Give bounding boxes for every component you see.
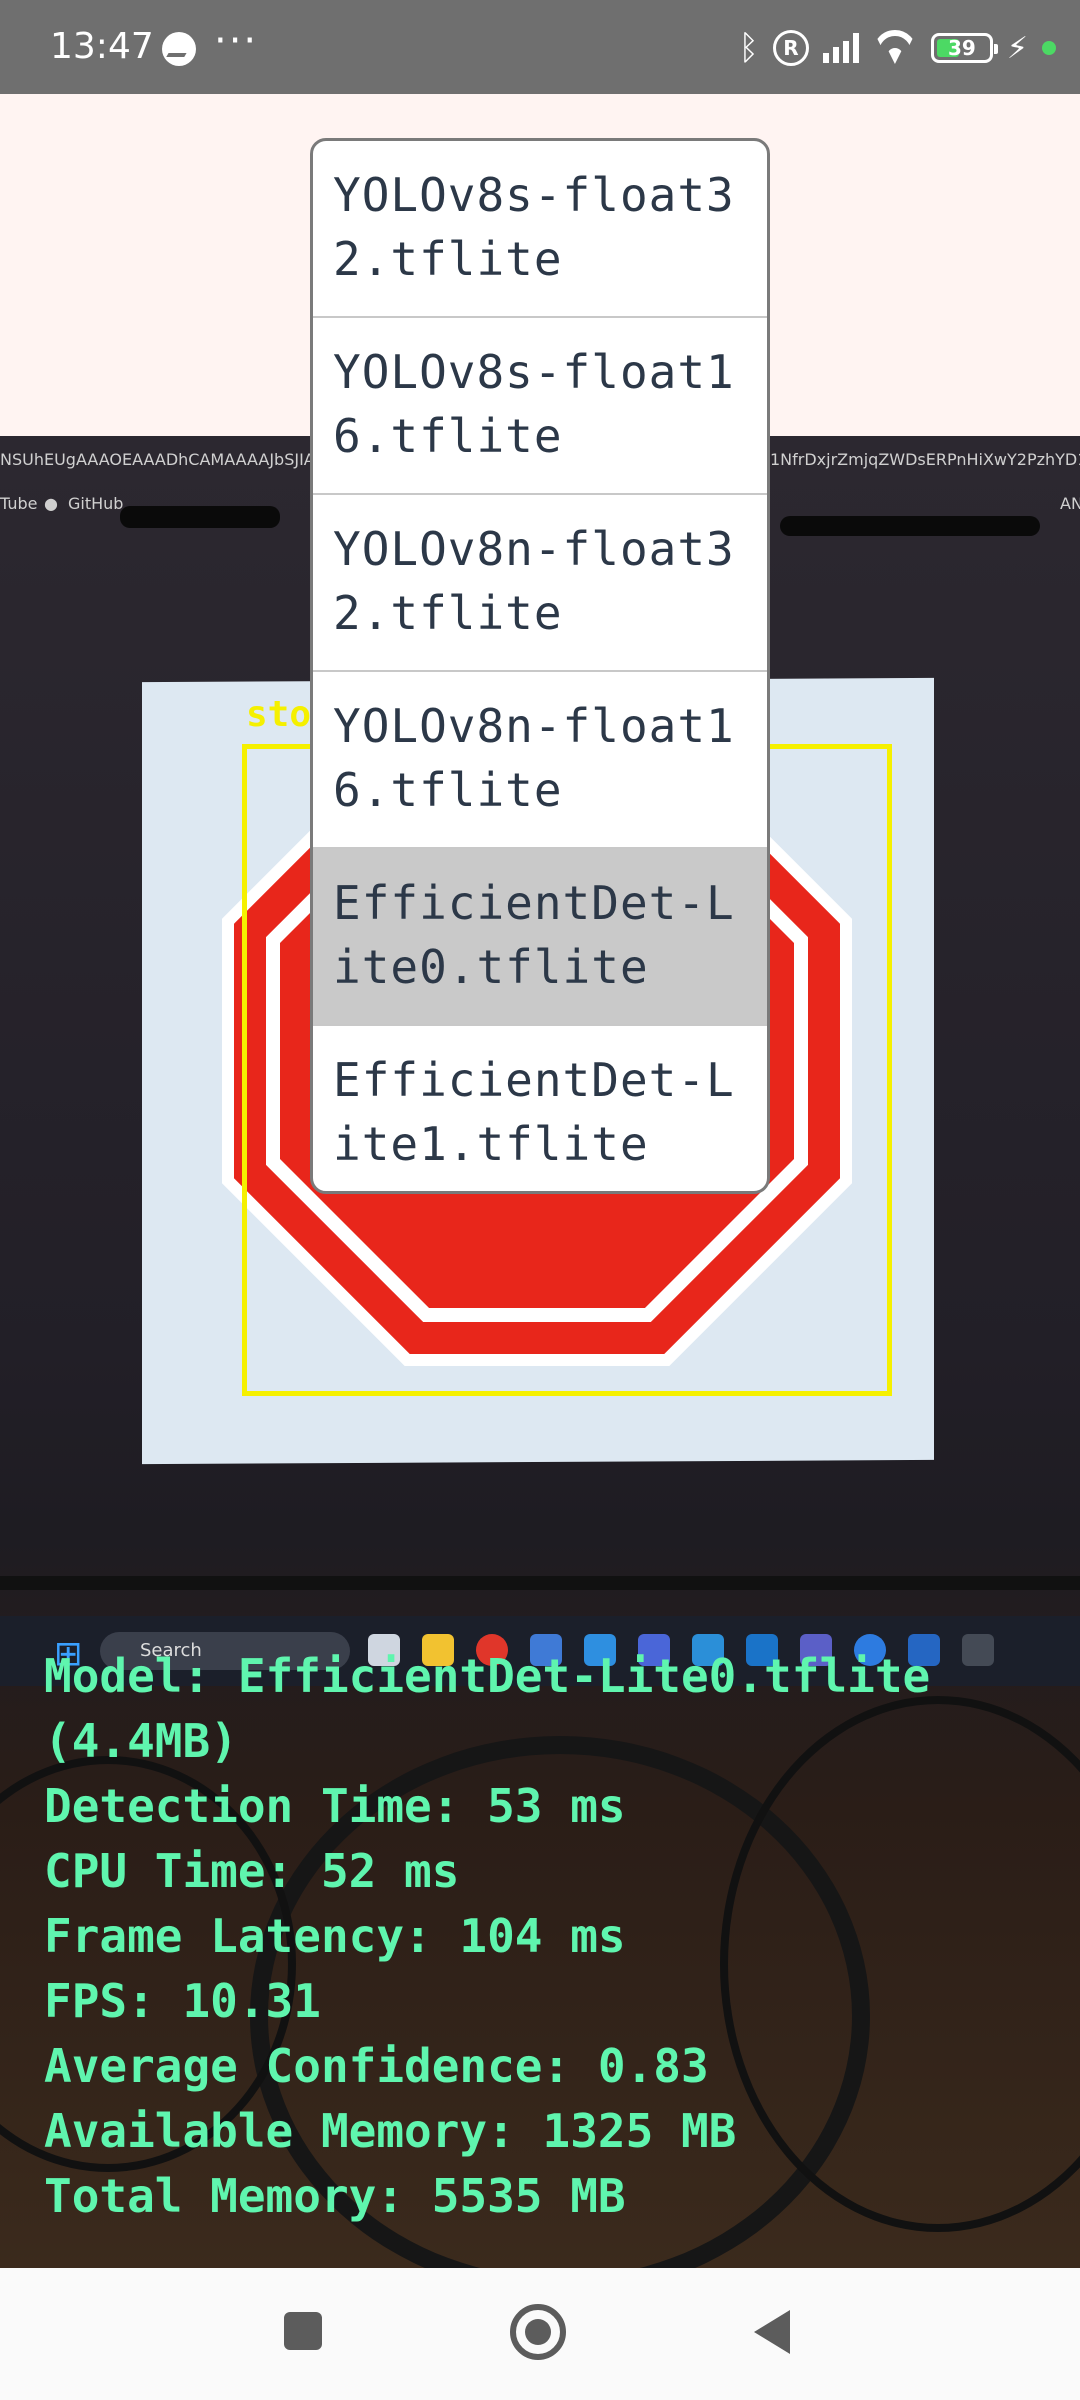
status-bar: 13:47 ··· ᛒ R 39 ⚡ — [0, 0, 1080, 94]
model-option[interactable]: YOLOv8n-float32.tflite — [313, 495, 767, 672]
model-dropdown-menu: YOLOv8s-float32.tflite YOLOv8s-float16.t… — [310, 138, 770, 1194]
monitor-bezel — [0, 1576, 1080, 1590]
stat-model: Model: EfficientDet-Lite0.tflite (4.4MB) — [44, 1649, 958, 1768]
wifi-icon — [873, 30, 917, 66]
model-option[interactable]: EfficientDet-Lite1.tflite — [313, 1026, 767, 1191]
navigation-bar — [0, 2268, 1080, 2400]
model-option[interactable]: YOLOv8s-float32.tflite — [313, 141, 767, 318]
messenger-icon — [162, 32, 196, 66]
stat-fps: FPS: 10.31 — [44, 1974, 321, 2028]
url-fragment-left: NSUhEUgAAAOEAAADhCAMAAAAJbSJIAAAE — [0, 450, 348, 469]
battery-icon: 39 — [930, 33, 998, 63]
redaction-bar — [780, 516, 1040, 536]
active-dot-icon — [1042, 41, 1056, 55]
recents-button[interactable] — [284, 2312, 322, 2350]
status-icons: ᛒ R 39 ⚡ — [739, 28, 1056, 68]
stat-cpu-time: CPU Time: 52 ms — [44, 1844, 460, 1898]
stat-avg-confidence: Average Confidence: 0.83 — [44, 2039, 709, 2093]
model-option[interactable]: YOLOv8n-float16.tflite — [313, 672, 767, 849]
stat-frame-latency: Frame Latency: 104 ms — [44, 1909, 626, 1963]
stat-detection-time: Detection Time: 53 ms — [44, 1779, 626, 1833]
model-option-selected[interactable]: EfficientDet-Lite0.tflite — [313, 849, 767, 1026]
home-button[interactable] — [510, 2304, 566, 2360]
status-time: 13:47 — [50, 26, 154, 67]
redaction-bar — [120, 506, 280, 528]
bookmark-github: GitHub — [68, 494, 124, 513]
github-icon: ● — [44, 494, 58, 513]
registered-icon: R — [772, 30, 809, 66]
signal-icon — [822, 33, 859, 63]
more-dots-icon: ··· — [214, 18, 259, 64]
bookmark-youtube: Tube — [0, 494, 38, 513]
battery-level: 39 — [948, 36, 976, 60]
bookmark-right: AN — [1060, 494, 1080, 513]
model-option[interactable]: YOLOv8s-float16.tflite — [313, 318, 767, 495]
url-fragment-right: 1NfrDxjrZmjqZWDsERPnHiXwY2PzhYD11cz0// — [770, 450, 1080, 469]
detection-label: sto — [246, 694, 312, 735]
stats-overlay: Model: EfficientDet-Lite0.tflite (4.4MB)… — [44, 1644, 1064, 2229]
stat-total-memory: Total Memory: 5535 MB — [44, 2169, 626, 2223]
charging-icon: ⚡ — [1006, 30, 1028, 66]
back-button[interactable] — [754, 2310, 790, 2354]
bluetooth-icon: ᛒ — [738, 28, 759, 68]
stat-available-memory: Available Memory: 1325 MB — [44, 2104, 737, 2158]
